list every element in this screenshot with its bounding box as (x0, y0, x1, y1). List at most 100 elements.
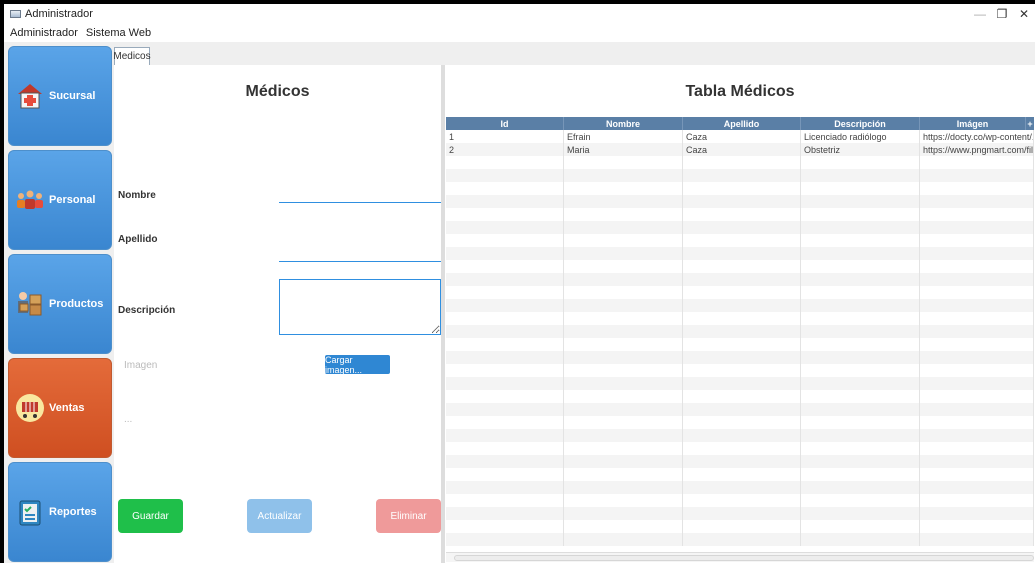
empty-table-cell (801, 182, 920, 195)
empty-table-cell (801, 351, 920, 364)
column-header-imagen[interactable]: Imágen (920, 117, 1026, 130)
empty-table-cell (446, 208, 564, 221)
sidebar-item-productos[interactable]: Productos (8, 254, 112, 354)
people-icon (15, 185, 45, 215)
empty-table-cell (920, 312, 1034, 325)
empty-table-cell (446, 520, 564, 533)
empty-table-cell (683, 468, 801, 481)
empty-table-row (446, 156, 1034, 169)
empty-table-cell (446, 429, 564, 442)
empty-table-cell (801, 468, 920, 481)
sidebar-item-reportes[interactable]: Reportes (8, 462, 112, 562)
empty-table-cell (564, 416, 683, 429)
table-title: Tabla Médicos (685, 83, 795, 100)
empty-table-cell (801, 403, 920, 416)
column-menu-button[interactable]: + (1026, 117, 1034, 130)
empty-table-cell (446, 221, 564, 234)
empty-table-cell (446, 442, 564, 455)
update-button[interactable]: Actualizar (247, 499, 312, 533)
empty-table-cell (446, 507, 564, 520)
empty-table-cell (920, 351, 1034, 364)
empty-table-cell (564, 325, 683, 338)
empty-table-row (446, 455, 1034, 468)
empty-table-cell (801, 273, 920, 286)
empty-table-cell (920, 182, 1034, 195)
empty-table-row (446, 338, 1034, 351)
empty-table-row (446, 234, 1034, 247)
descripcion-textarea[interactable] (279, 279, 441, 335)
column-header-nombre[interactable]: Nombre (564, 117, 683, 130)
empty-table-cell (683, 156, 801, 169)
maximize-button[interactable]: ❐ (991, 4, 1013, 24)
empty-table-cell (920, 468, 1034, 481)
sidebar-item-sucursal[interactable]: Sucursal (8, 46, 112, 146)
menu-sistema-web[interactable]: Sistema Web (82, 27, 155, 39)
cart-icon (15, 393, 45, 423)
nombre-input[interactable] (279, 181, 441, 203)
empty-table-cell (446, 403, 564, 416)
empty-table-cell (920, 442, 1034, 455)
empty-table-row (446, 481, 1034, 494)
empty-table-cell (801, 442, 920, 455)
empty-table-cell (446, 455, 564, 468)
empty-table-cell (683, 234, 801, 247)
image-preview-placeholder: ... (124, 414, 133, 425)
table-cell: https://www.pngmart.com/file... (920, 143, 1034, 156)
empty-table-cell (801, 520, 920, 533)
empty-table-row (446, 182, 1034, 195)
column-header-id[interactable]: Id (446, 117, 564, 130)
empty-table-cell (683, 442, 801, 455)
empty-table-row (446, 494, 1034, 507)
table-row[interactable]: 1 Efrain Caza Licenciado radiólogo https… (446, 130, 1034, 143)
menu-administrador[interactable]: Administrador (6, 27, 82, 39)
tab-medicos[interactable]: Medicos (113, 47, 151, 65)
empty-table-cell (564, 169, 683, 182)
sidebar-item-personal[interactable]: Personal (8, 150, 112, 250)
descripcion-label: Descripción (118, 305, 176, 316)
empty-table-row (446, 507, 1034, 520)
empty-table-cell (801, 156, 920, 169)
table-cell: Caza (683, 143, 801, 156)
horizontal-scrollbar[interactable] (446, 552, 1034, 562)
empty-table-cell (564, 208, 683, 221)
empty-table-cell (920, 221, 1034, 234)
empty-table-cell (920, 338, 1034, 351)
empty-table-cell (683, 286, 801, 299)
empty-table-cell (564, 520, 683, 533)
upload-image-button[interactable]: Cargar imagen... (325, 355, 390, 375)
empty-table-cell (801, 338, 920, 351)
table-row[interactable]: 2 Maria Caza Obstetriz https://www.pngma… (446, 143, 1034, 156)
sidebar-item-ventas[interactable]: Ventas (8, 358, 112, 458)
empty-table-cell (564, 364, 683, 377)
empty-table-cell (920, 325, 1034, 338)
column-header-apellido[interactable]: Apellido (683, 117, 801, 130)
empty-table-cell (801, 364, 920, 377)
hospital-icon (15, 81, 45, 111)
empty-table-cell (564, 338, 683, 351)
close-button[interactable]: ✕ (1013, 4, 1035, 24)
minimize-button[interactable]: — (969, 4, 991, 24)
empty-table-cell (446, 234, 564, 247)
save-button[interactable]: Guardar (118, 499, 183, 533)
table-header: Id Nombre Apellido Descripción Imágen + (446, 117, 1034, 130)
sidebar-label-reportes: Reportes (49, 506, 97, 518)
column-header-descripcion[interactable]: Descripción (801, 117, 920, 130)
empty-table-cell (683, 247, 801, 260)
scrollbar-thumb[interactable] (454, 555, 1034, 561)
apellido-input[interactable] (279, 240, 441, 262)
empty-table-cell (683, 208, 801, 221)
empty-table-cell (564, 299, 683, 312)
app-window: Administrador — ❐ ✕ Administrador Sistem… (4, 4, 1035, 563)
empty-table-row (446, 429, 1034, 442)
empty-table-row (446, 260, 1034, 273)
empty-table-cell (683, 273, 801, 286)
delete-button[interactable]: Eliminar (376, 499, 441, 533)
empty-table-cell (446, 494, 564, 507)
empty-table-cell (801, 390, 920, 403)
empty-table-cell (683, 325, 801, 338)
form-title: Médicos (245, 83, 310, 100)
empty-table-cell (683, 364, 801, 377)
empty-table-cell (683, 299, 801, 312)
empty-table-cell (683, 338, 801, 351)
empty-table-cell (920, 403, 1034, 416)
